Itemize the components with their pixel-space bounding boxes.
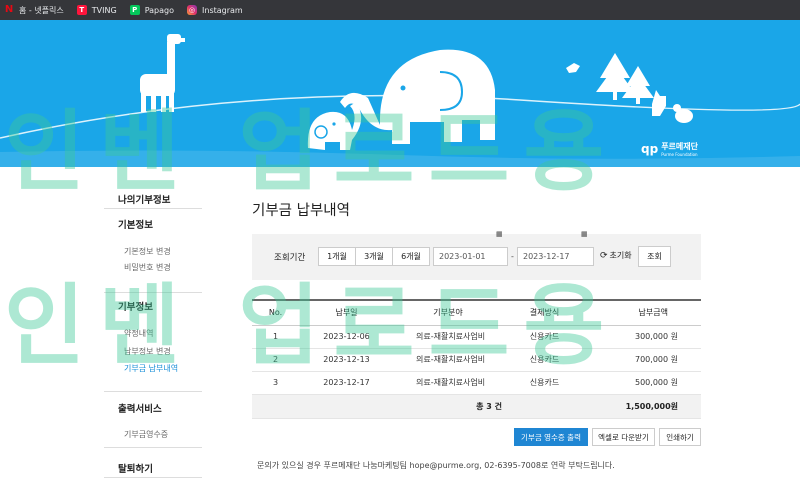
table-row: 2 2023-12-13 의료-재활치료사업비 신용카드 700,000 원	[252, 348, 701, 372]
sidebar-item-change-password[interactable]: 비밀번호 변경	[124, 262, 171, 273]
cell-field: 의료-재활치료사업비	[394, 325, 502, 349]
date-range-dash: -	[511, 252, 514, 261]
print-button[interactable]: 인쇄하기	[659, 428, 701, 446]
excel-download-button[interactable]: 엑셀로 다운받기	[592, 428, 655, 446]
elephant-small-shape	[307, 102, 362, 150]
column-header-date: 납부일	[335, 308, 358, 318]
header-banner: qp 푸르메재단 Purme Foundation	[0, 20, 800, 167]
sidebar-item-receipt[interactable]: 기부금영수증	[124, 429, 168, 440]
bookmarks-bar: N 홈 - 넷플릭스 T TVING P Papago ◎ Instagram	[0, 0, 800, 20]
brand-subtitle: Purme Foundation	[661, 152, 698, 157]
sidebar-section-title: 기부정보	[118, 302, 153, 313]
bookmark-label: TVING	[91, 5, 117, 15]
reset-label: 초기화	[609, 251, 632, 260]
bookmark-tving[interactable]: T TVING	[76, 0, 117, 20]
cell-field: 의료-재활치료사업비	[394, 371, 502, 395]
period-3month-button[interactable]: 3개월	[355, 247, 393, 266]
filter-label: 조회기간	[274, 253, 306, 263]
bird-shape	[566, 63, 580, 73]
table-row: 3 2023-12-17 의료-재활치료사업비 신용카드 500,000 원	[252, 371, 701, 395]
bookmark-label: Instagram	[202, 5, 243, 15]
cell-amount: 700,000 원	[587, 348, 701, 372]
cell-method: 신용카드	[502, 348, 587, 372]
small-animals-shape	[652, 90, 693, 123]
sidebar-withdraw-label: 탈퇴하기	[118, 464, 153, 475]
brand-name: 푸르메재단	[661, 142, 698, 151]
sidebar-item-pledges[interactable]: 약정내역	[124, 328, 153, 339]
column-header-amount: 납부금액	[638, 308, 668, 318]
brand-logo[interactable]: qp 푸르메재단 Purme Foundation	[641, 141, 698, 157]
bookmark-papago[interactable]: P Papago	[129, 0, 175, 20]
sidebar-section-title: 출력서비스	[118, 404, 162, 415]
cell-field: 의료-재활치료사업비	[394, 348, 502, 372]
sidebar-section-basic: 기본정보 기본정보 변경 비밀번호 변경	[104, 209, 202, 293]
cell-no: 3	[252, 371, 299, 395]
date-from-input[interactable]: 2023-01-01	[433, 247, 508, 266]
donation-history-table: No. 납부일 기부분야 결제방식 납부금액 1 2023-12-06 의료-재…	[252, 299, 701, 419]
elephant-large-shape	[340, 49, 495, 144]
sidebar-section-output: 출력서비스 기부금영수증	[104, 392, 202, 448]
cell-date: 2023-12-06	[299, 325, 394, 349]
total-count: 총 3 건	[252, 394, 502, 419]
sidebar-item-payment-info[interactable]: 납부정보 변경	[124, 346, 171, 357]
page-title: 기부금 납부내역	[252, 203, 350, 219]
sidebar-item-edit-basic[interactable]: 기본정보 변경	[124, 246, 171, 257]
table-total-row: 총 3 건 1,500,000원	[252, 394, 701, 419]
bookmark-netflix[interactable]: N 홈 - 넷플릭스	[4, 0, 64, 20]
bookmark-label: 홈 - 넷플릭스	[19, 5, 64, 15]
calendar-icon[interactable]: ▦	[581, 230, 588, 238]
brand-mark-icon: qp	[641, 142, 659, 156]
table-header-row: No. 납부일 기부분야 결제방식 납부금액	[252, 300, 701, 325]
instagram-icon: ◎	[187, 5, 198, 15]
sidebar-my-info-label: 나의기부정보	[118, 195, 171, 206]
calendar-icon[interactable]: ▦	[496, 230, 503, 238]
sidebar: 나의기부정보 기본정보 기본정보 변경 비밀번호 변경 기부정보 약정내역 납부…	[104, 182, 202, 478]
papago-icon: P	[129, 5, 140, 15]
giraffe-shape	[140, 34, 185, 112]
contact-notice: 문의가 있으실 경우 푸르메재단 나눔마케팅팀 hope@purme.org, …	[257, 461, 615, 470]
cell-no: 2	[252, 348, 299, 372]
cell-date: 2023-12-13	[299, 348, 394, 372]
period-1month-button[interactable]: 1개월	[318, 247, 356, 266]
bookmark-label: Papago	[144, 5, 175, 15]
search-button[interactable]: 조회	[638, 246, 671, 267]
column-header-method: 결제방식	[529, 308, 560, 318]
period-6month-button[interactable]: 6개월	[392, 247, 430, 266]
column-header-no: No.	[268, 308, 283, 318]
cell-method: 신용카드	[502, 371, 587, 395]
table-row: 1 2023-12-06 의료-재활치료사업비 신용카드 300,000 원	[252, 325, 701, 349]
cell-amount: 500,000 원	[587, 371, 701, 395]
date-to-input[interactable]: 2023-12-17	[517, 247, 594, 266]
tving-icon: T	[76, 5, 87, 15]
sidebar-item-donation-history[interactable]: 기부금 납부내역	[124, 363, 178, 374]
total-amount: 1,500,000원	[587, 394, 701, 419]
cell-method: 신용카드	[502, 325, 587, 349]
bookmark-instagram[interactable]: ◎ Instagram	[187, 0, 243, 20]
trees-shape	[596, 53, 654, 104]
sidebar-my-info[interactable]: 나의기부정보	[104, 182, 202, 209]
print-receipt-button[interactable]: 기부금 영수증 출력	[514, 428, 588, 446]
reset-button[interactable]: ⟳ 초기화	[600, 250, 632, 261]
sidebar-section-title: 기본정보	[118, 220, 153, 231]
netflix-icon: N	[4, 4, 14, 15]
sidebar-withdraw[interactable]: 탈퇴하기	[104, 448, 202, 478]
cell-date: 2023-12-17	[299, 371, 394, 395]
search-filter-panel: 조회기간 1개월 3개월 6개월 ▦ 2023-01-01 - ▦ 2023-1…	[252, 230, 701, 280]
sidebar-section-donation: 기부정보 약정내역 납부정보 변경 기부금 납부내역	[104, 293, 202, 392]
column-header-field: 기부분야	[433, 308, 463, 318]
refresh-icon: ⟳	[600, 250, 608, 261]
cell-no: 1	[252, 325, 299, 349]
cell-amount: 300,000 원	[587, 325, 701, 349]
